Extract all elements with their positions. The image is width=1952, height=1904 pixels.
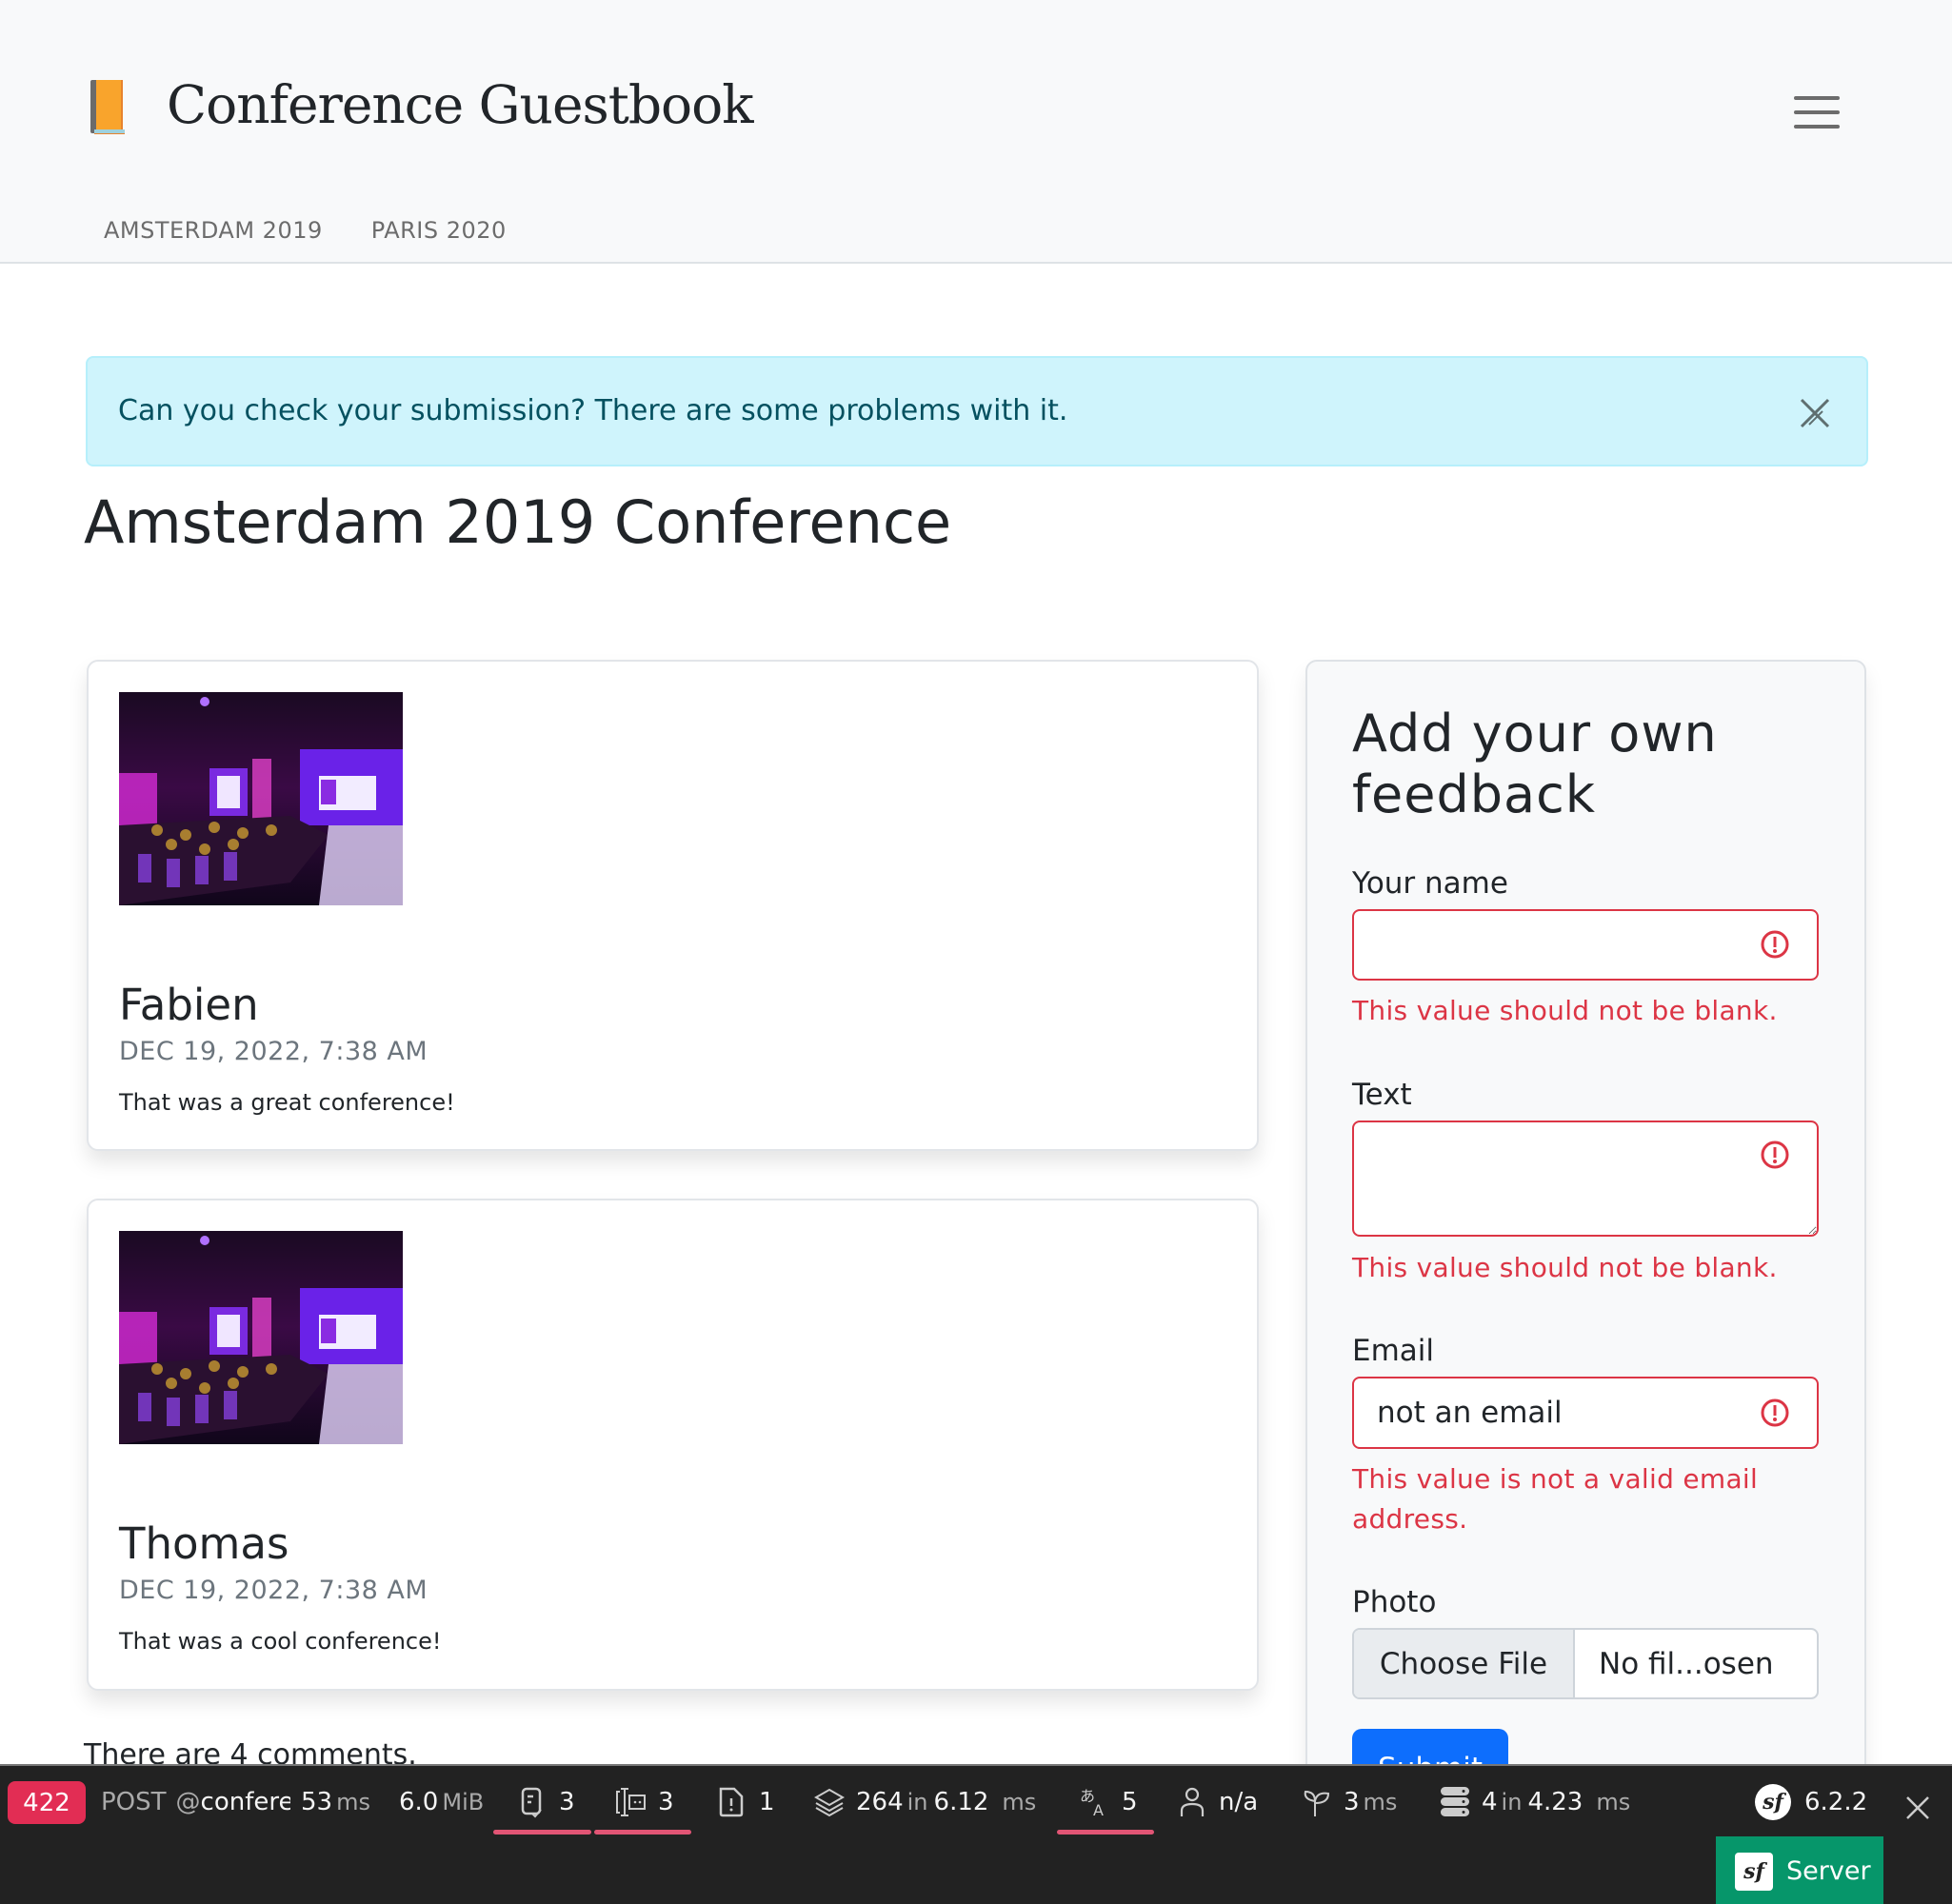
twig-panel[interactable]: 3 ms: [1302, 1781, 1397, 1823]
error-alert: Can you check your submission? There are…: [86, 356, 1868, 466]
forms-error-indicator: [493, 1830, 591, 1835]
text-label: Text: [1352, 1078, 1412, 1112]
translation-count: 5: [1122, 1788, 1138, 1816]
time-unit: ms: [336, 1789, 370, 1815]
database-panel[interactable]: 4 in 4.23 ms: [1440, 1781, 1630, 1823]
email-error: This value is not a valid email address.: [1352, 1463, 1759, 1535]
text-field[interactable]: [1352, 1121, 1819, 1237]
alert-message: Can you check your submission? There are…: [118, 394, 1068, 427]
name-error: This value should not be blank.: [1352, 995, 1778, 1026]
name-label: Your name: [1352, 866, 1508, 901]
orange-book-icon: [90, 74, 144, 135]
symfony-logo-icon: sf: [1735, 1852, 1773, 1891]
templates-in: in: [906, 1789, 928, 1815]
memory-panel[interactable]: 6.0 MiB: [399, 1781, 484, 1823]
twig-time: 3: [1344, 1788, 1360, 1816]
comment-card: Fabien DEC 19, 2022, 7:38 AM That was a …: [87, 660, 1259, 1151]
layers-icon: [814, 1788, 845, 1817]
validator-panel[interactable]: 3: [616, 1781, 674, 1823]
symfony-version: 6.2.2: [1804, 1788, 1868, 1816]
text-error: This value should not be blank.: [1352, 1252, 1778, 1283]
page-title: Amsterdam 2019 Conference: [84, 487, 952, 557]
translation-icon: あA: [1080, 1787, 1104, 1818]
brand-link[interactable]: Conference Guestbook: [90, 74, 754, 135]
symfony-logo-icon: sf: [1755, 1784, 1791, 1820]
forms-count: 3: [559, 1788, 575, 1816]
db-unit: ms: [1596, 1789, 1631, 1815]
brand-title: Conference Guestbook: [167, 74, 754, 135]
choose-file-button[interactable]: Choose File: [1354, 1630, 1575, 1697]
photo-file-input[interactable]: Choose File No fil...osen: [1352, 1628, 1819, 1699]
templates-unit: ms: [1002, 1789, 1037, 1815]
validator-icon: [616, 1788, 646, 1816]
comment-text: That was a cool conference!: [119, 1628, 442, 1655]
comment-text: That was a great conference!: [119, 1089, 455, 1116]
twig-sprout-icon: [1304, 1790, 1330, 1816]
database-icon: [1441, 1787, 1469, 1816]
translation-panel[interactable]: あA 5: [1080, 1781, 1138, 1823]
comment-author: Thomas: [119, 1518, 289, 1569]
comment-author: Fabien: [119, 980, 259, 1030]
templates-time: 6.12: [933, 1788, 989, 1816]
form-title: Add your own feedback: [1352, 704, 1718, 824]
security-panel[interactable]: n/a: [1177, 1781, 1258, 1823]
conference-hall-photo: [119, 1231, 403, 1444]
debug-toolbar: 422 POST @ confere 53 ms 6.0 MiB 3 3 1 2…: [0, 1764, 1952, 1904]
server-panel[interactable]: sf Server: [1716, 1836, 1883, 1904]
close-toolbar-icon[interactable]: [1904, 1795, 1931, 1821]
logs-count: 1: [759, 1788, 775, 1816]
email-label: Email: [1352, 1334, 1435, 1368]
forms-panel[interactable]: 3: [517, 1781, 575, 1823]
translation-error-indicator: [1057, 1830, 1154, 1835]
navbar: Conference Guestbook AMSTERDAM 2019 PARI…: [0, 0, 1952, 264]
conference-nav: AMSTERDAM 2019 PARIS 2020: [104, 217, 507, 244]
form-icon: [521, 1787, 542, 1818]
route-prefix: @: [175, 1788, 201, 1816]
templates-count: 264: [856, 1788, 904, 1816]
nav-link-amsterdam-2019[interactable]: AMSTERDAM 2019: [104, 217, 323, 244]
email-field[interactable]: [1352, 1377, 1819, 1449]
time-value: 53: [301, 1788, 333, 1816]
request-method: POST: [101, 1788, 167, 1816]
user-icon: [1180, 1787, 1205, 1816]
comment-date: DEC 19, 2022, 7:38 AM: [119, 1037, 428, 1066]
symfony-version-panel[interactable]: sf 6.2.2: [1755, 1781, 1867, 1823]
memory-unit: MiB: [442, 1789, 485, 1815]
time-panel[interactable]: 53 ms: [301, 1781, 370, 1823]
db-in: in: [1501, 1789, 1523, 1815]
validator-error-indicator: [594, 1830, 691, 1835]
file-name: No fil...osen: [1599, 1646, 1774, 1681]
nav-link-paris-2020[interactable]: PARIS 2020: [371, 217, 507, 244]
comment-card: Thomas DEC 19, 2022, 7:38 AM That was a …: [87, 1199, 1259, 1691]
db-queries: 4: [1482, 1788, 1498, 1816]
db-time: 4.23: [1527, 1788, 1584, 1816]
name-field[interactable]: [1352, 909, 1819, 981]
comment-date: DEC 19, 2022, 7:38 AM: [119, 1576, 428, 1605]
request-info[interactable]: POST @ confere: [101, 1781, 290, 1823]
feedback-form: Add your own feedback Your name This val…: [1305, 660, 1866, 1897]
logs-panel[interactable]: 1: [717, 1781, 775, 1823]
validator-count: 3: [658, 1788, 674, 1816]
security-user: n/a: [1219, 1788, 1259, 1816]
status-code-badge[interactable]: 422: [8, 1781, 86, 1824]
twig-templates-panel[interactable]: 264 in 6.12 ms: [814, 1781, 1036, 1823]
hamburger-icon[interactable]: [1786, 86, 1847, 139]
close-icon[interactable]: [1798, 396, 1832, 430]
conference-hall-photo: [119, 692, 403, 905]
server-label: Server: [1786, 1856, 1871, 1886]
route-name: confere: [200, 1788, 290, 1816]
photo-label: Photo: [1352, 1585, 1437, 1619]
svg-text:A: A: [1093, 1801, 1104, 1818]
log-file-icon: [719, 1787, 744, 1817]
twig-unit: ms: [1363, 1789, 1398, 1815]
memory-value: 6.0: [399, 1788, 439, 1816]
